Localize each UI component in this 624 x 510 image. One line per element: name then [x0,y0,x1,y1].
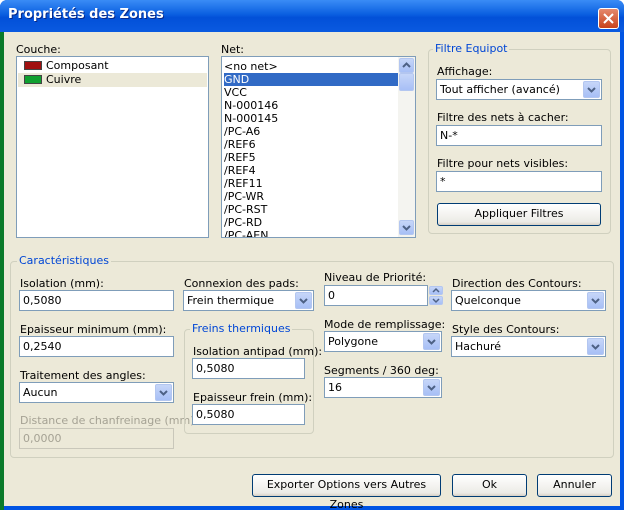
direction-select[interactable]: Quelconque [451,290,606,311]
cacher-label: Filtre des nets à cacher: [437,111,569,124]
net-item[interactable]: /PC-WR [224,190,264,203]
couche-item-cuivre[interactable]: Cuivre [18,73,207,87]
visibles-label: Filtre pour nets visibles: [437,157,569,170]
chevron-down-icon [587,87,596,93]
remplissage-select[interactable]: Polygone [324,331,442,352]
epaisseur-min-input[interactable]: 0,2540 [19,336,174,357]
segments-label: Segments / 360 deg: [324,364,439,377]
chevron-down-icon [427,385,436,391]
segments-select[interactable]: 16 [324,377,442,398]
isolation-input[interactable]: 0,5080 [19,290,174,311]
priorite-label: Niveau de Priorité: [324,271,427,284]
dropdown-arrow[interactable] [583,81,600,98]
cacher-input[interactable]: N-* [436,125,602,146]
chevron-down-icon [159,390,168,396]
affichage-select[interactable]: Tout afficher (avancé) [436,79,602,100]
scroll-thumb[interactable] [399,73,414,91]
antipad-label: Isolation antipad (mm): [193,345,323,358]
net-item[interactable]: /REF6 [224,138,256,151]
dropdown-arrow[interactable] [587,292,604,309]
net-item[interactable]: /REF11 [224,177,263,190]
segments-value: 16 [328,381,342,394]
net-item[interactable]: /PC-RD [224,216,262,229]
angles-select[interactable]: Aucun [19,382,174,403]
filtre-equipot-title: Filtre Equipot [433,42,510,55]
epaisseur-min-label: Epaisseur minimum (mm): [20,323,167,336]
visibles-input[interactable]: * [436,171,602,192]
net-item-selected[interactable]: GND [224,73,400,86]
scroll-up-button[interactable] [399,58,414,73]
chevron-up-icon [432,287,440,293]
chevron-down-icon [299,298,308,304]
net-item[interactable]: N-000145 [224,112,278,125]
scroll-down-button[interactable] [399,220,414,235]
couche-list[interactable]: Composant Cuivre [16,56,209,238]
spin-down-button[interactable] [429,296,443,305]
remplissage-label: Mode de remplissage: [324,318,446,331]
title-bar[interactable]: Propriétés des Zones [0,0,624,32]
ok-button[interactable]: Ok [452,474,527,497]
frein-label: Epaisseur frein (mm): [193,391,313,404]
close-button[interactable] [598,8,619,29]
spin-up-button[interactable] [429,286,443,295]
priorite-input[interactable]: 0 [324,285,428,306]
dialog-window: Propriétés des Zones Couche: Composant C… [0,0,624,510]
net-label: Net: [221,43,245,56]
chevron-down-icon [591,298,600,304]
angles-value: Aucun [23,386,58,399]
dropdown-arrow[interactable] [423,333,440,350]
affichage-value: Tout afficher (avancé) [440,83,560,96]
style-value: Hachuré [455,340,502,353]
pads-select[interactable]: Frein thermique [183,290,314,311]
net-item[interactable]: /REF4 [224,164,256,177]
couche-item-label: Cuivre [46,73,82,86]
chanfrein-label: Distance de chanfreinage (mm): [20,414,199,427]
window-title: Propriétés des Zones [8,7,164,22]
chanfrein-input: 0,0000 [19,428,174,449]
remplissage-value: Polygone [328,335,378,348]
net-item[interactable]: /PC-AEN [224,229,268,237]
dialog-client-area: Couche: Composant Cuivre Net: <no net> G… [4,32,620,510]
pads-value: Frein thermique [187,294,274,307]
freins-thermiques-title: Freins thermiques [190,322,293,335]
apply-filters-button[interactable]: Appliquer Filtres [437,203,601,226]
net-scrollbar[interactable] [398,57,415,237]
dropdown-arrow[interactable] [587,338,604,355]
chevron-down-icon [402,225,411,231]
affichage-label: Affichage: [437,65,493,78]
frein-input[interactable]: 0,5080 [192,404,305,425]
pads-label: Connexion des pads: [184,277,299,290]
dropdown-arrow[interactable] [423,379,440,396]
couche-item-composant[interactable]: Composant [18,59,207,73]
style-select[interactable]: Hachuré [451,336,606,357]
chevron-up-icon [402,62,411,68]
isolation-label: Isolation (mm): [20,277,104,290]
close-icon [603,13,614,24]
color-swatch [24,61,42,70]
dropdown-arrow[interactable] [295,292,312,309]
net-list[interactable]: <no net> GND VCC N-000146 N-000145 /PC-A… [221,56,416,238]
net-item[interactable]: <no net> [224,60,278,73]
cancel-button[interactable]: Annuler [537,474,612,497]
net-item[interactable]: /PC-A6 [224,125,260,138]
style-label: Style des Contours: [452,323,560,336]
export-options-button[interactable]: Exporter Options vers Autres Zones [252,474,441,510]
antipad-input[interactable]: 0,5080 [192,358,305,379]
caracteristiques-title: Caractéristiques [17,254,111,267]
net-item[interactable]: N-000146 [224,99,278,112]
net-item[interactable]: VCC [224,86,247,99]
angles-label: Traitement des angles: [20,369,146,382]
net-item[interactable]: /PC-RST [224,203,267,216]
chevron-down-icon [432,298,440,304]
chevron-down-icon [427,339,436,345]
couche-item-label: Composant [46,59,109,72]
net-item[interactable]: /REF5 [224,151,256,164]
chevron-down-icon [591,344,600,350]
direction-value: Quelconque [455,294,521,307]
dropdown-arrow[interactable] [155,384,172,401]
couche-label: Couche: [16,43,61,56]
color-swatch [24,75,42,84]
direction-label: Direction des Contours: [452,277,582,290]
